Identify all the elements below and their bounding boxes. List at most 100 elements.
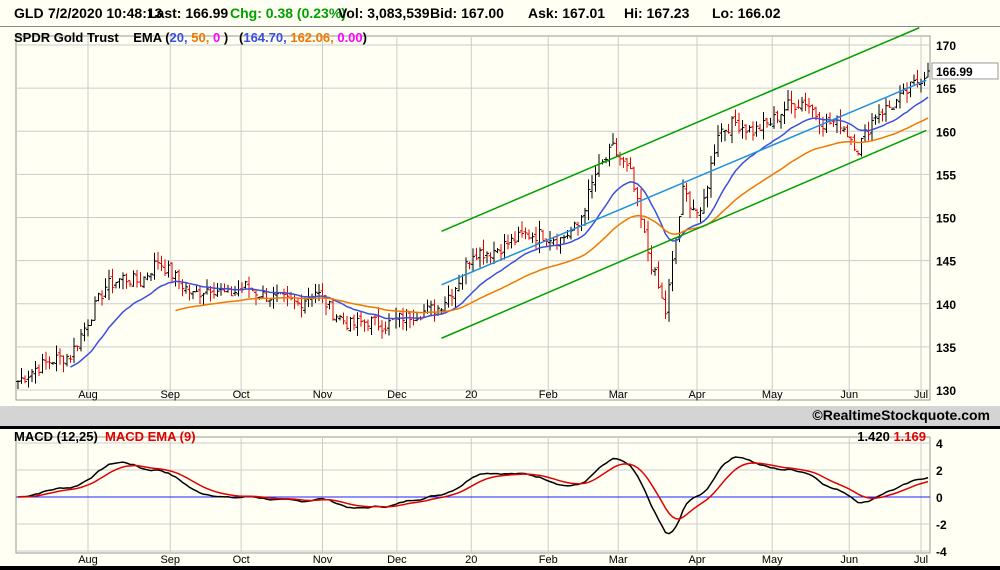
ohlc-bar (254, 289, 258, 306)
ohlc-bar (47, 356, 52, 370)
ohlc-bar (733, 109, 738, 127)
macd-month-label: Feb (539, 554, 558, 566)
ohlc-bar (464, 257, 468, 285)
ohlc-bar (667, 278, 671, 322)
price-tick-label: 150 (936, 212, 956, 226)
price-month-label: Feb (539, 389, 558, 401)
macd-tick-label: 4 (936, 437, 943, 451)
ohlc-bar (222, 283, 227, 293)
ohlc-bar (509, 234, 514, 249)
ohlc-bar (702, 188, 706, 214)
ohlc-bar (247, 276, 251, 298)
ohlc-bar (26, 370, 31, 388)
ohlc-bar (520, 221, 524, 238)
ema-value-3: 0.00 (337, 30, 363, 45)
ohlc-bar (541, 229, 545, 242)
ohlc-bar (744, 124, 748, 140)
ohlc-bar (54, 345, 59, 372)
macd-signal-value: 1.169 (893, 429, 926, 444)
ohlc-bar (65, 353, 69, 367)
price-tick-label: 135 (936, 341, 956, 355)
ohlc-bar (334, 314, 339, 323)
ohlc-bar (898, 85, 902, 109)
ohlc-bar (149, 272, 153, 282)
ohlc-bar (184, 282, 188, 294)
ohlc-bar (187, 284, 192, 301)
ohlc-bar (432, 299, 437, 322)
ohlc-bar (124, 273, 129, 289)
ohlc-bar (810, 104, 815, 118)
ohlc-bar (863, 124, 867, 142)
trendline-mid (441, 79, 927, 286)
ohlc-bar (716, 125, 720, 158)
ohlc-bar (919, 78, 923, 93)
ohlc-bar (282, 288, 286, 303)
ohlc-bar (387, 313, 391, 336)
ohlc-bar (313, 283, 318, 303)
macd-month-label: Mar (609, 554, 628, 566)
ohlc-bar (40, 353, 45, 374)
ohlc-bar (114, 281, 118, 289)
ohlc-bar (761, 112, 766, 140)
ohlc-bar (530, 232, 535, 243)
macd-ema-label: MACD EMA (9) (105, 429, 196, 444)
ohlc-bar (698, 207, 703, 223)
ohlc-bar (341, 312, 346, 325)
price-tick-label: 130 (936, 384, 956, 398)
ohlc-bar (310, 293, 314, 307)
ohlc-bar (453, 286, 458, 309)
ohlc-bar (229, 286, 234, 297)
ohlc-bar (639, 188, 643, 229)
ohlc-bar (663, 290, 668, 319)
ohlc-bar (611, 133, 615, 146)
ohlc-bar (138, 272, 143, 287)
price-tick-label: 155 (936, 168, 956, 182)
ohlc-bar (177, 269, 181, 290)
ohlc-bar (506, 234, 510, 250)
ohlc-bar (173, 270, 178, 287)
ohlc-bar (870, 113, 874, 142)
ohlc-bar (117, 278, 122, 289)
ohlc-bar (684, 182, 689, 202)
ohlc-bar (688, 191, 692, 219)
ohlc-bar (887, 100, 892, 108)
ohlc-bar (51, 361, 55, 365)
ohlc-bar (873, 114, 878, 125)
ohlc-bar (590, 175, 594, 199)
ohlc-bar (30, 368, 34, 383)
ema-period-1: 20, (169, 30, 188, 45)
ohlc-bar (373, 315, 377, 326)
ohlc-bar (621, 156, 626, 168)
macd-header: MACD (12,25) MACD EMA (9) (14, 429, 196, 444)
ohlc-bar (660, 282, 664, 299)
macd-plot-frame (15, 436, 931, 554)
ema-value-1: 164.70, (243, 30, 287, 45)
ohlc-bar (649, 245, 654, 275)
macd-label: MACD (12,25) (14, 429, 98, 444)
ohlc-bar (212, 282, 216, 299)
price-tick-label: 145 (936, 255, 956, 269)
macd-month-label: Sep (160, 554, 180, 566)
ohlc-bar (93, 296, 97, 321)
macd-month-label: May (762, 554, 783, 566)
macd-values: 1.420 1.169 (857, 429, 926, 444)
ohlc-bar (145, 272, 150, 281)
trendline-lower (441, 129, 927, 339)
ohlc-bar (110, 268, 115, 294)
ohlc-bar (646, 220, 650, 262)
price-tick-label: 140 (936, 298, 956, 312)
price-month-label: Jun (840, 389, 858, 401)
macd-month-label: Jun (840, 554, 858, 566)
ema20-line (70, 96, 929, 368)
ohlc-bar (331, 298, 335, 321)
ema50-line (175, 117, 929, 314)
ohlc-bar (264, 288, 269, 303)
macd-month-label: 20 (465, 554, 477, 566)
paren: ) (223, 30, 229, 45)
price-tick-label: 160 (936, 125, 956, 139)
macd-month-label: Jul (914, 554, 928, 566)
ohlc-bar (159, 255, 164, 271)
ohlc-bar (397, 312, 402, 328)
ema-period-2: 50, (191, 30, 210, 45)
ohlc-bar (82, 322, 87, 342)
